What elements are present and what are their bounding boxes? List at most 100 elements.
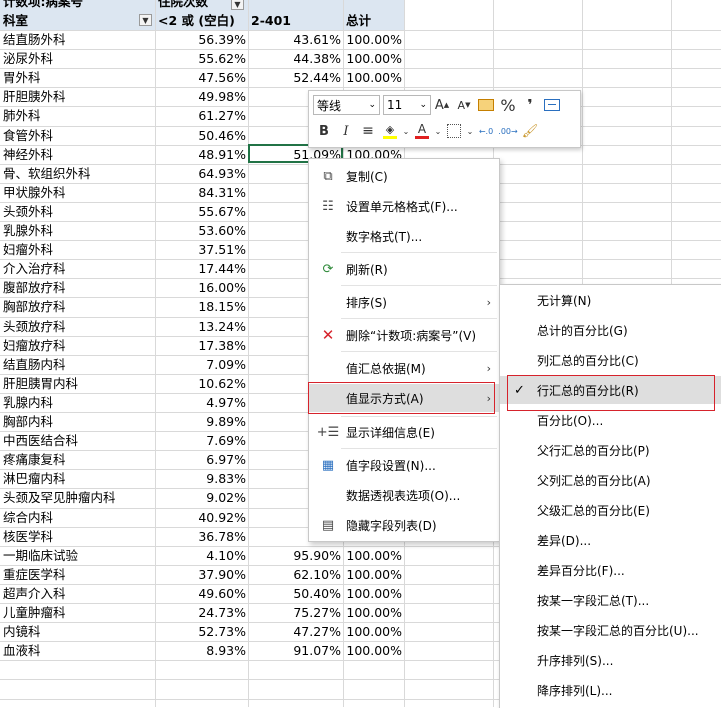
accounting-format-button[interactable] <box>475 94 497 116</box>
department-cell[interactable]: 内镜科 <box>3 622 153 641</box>
range-2-401-percent-cell[interactable]: 75.27% <box>248 603 341 622</box>
submenu-item-percent-of[interactable]: 百分比(O)... <box>500 406 721 434</box>
column-label-total[interactable]: 总计 <box>346 11 402 30</box>
lt2-percent-cell[interactable]: 37.90% <box>155 565 246 584</box>
font-size-box[interactable]: 11 ⌄ <box>383 95 431 115</box>
pivot-column-field-header[interactable]: 住院次数 <box>158 0 228 11</box>
lt2-percent-cell[interactable]: 16.00% <box>155 278 246 297</box>
chevron-down-icon[interactable]: ⌄ <box>465 120 475 142</box>
department-cell[interactable]: 妇瘤放疗科 <box>3 336 153 355</box>
lt2-percent-cell[interactable]: 6.97% <box>155 450 246 469</box>
menu-item-number-format[interactable]: 数字格式(T)... <box>309 222 499 250</box>
department-cell[interactable]: 胃外科 <box>3 68 153 87</box>
range-2-401-percent-cell[interactable]: 91.07% <box>248 641 341 660</box>
total-percent-cell[interactable]: 100.00% <box>343 622 402 641</box>
total-percent-cell[interactable]: 100.00% <box>343 546 402 565</box>
increase-font-size-button[interactable]: A ▲ <box>431 94 453 116</box>
department-cell[interactable]: 血液科 <box>3 641 153 660</box>
department-cell[interactable]: 中西医结合科 <box>3 431 153 450</box>
department-cell[interactable]: 超声介入科 <box>3 584 153 603</box>
department-cell[interactable]: 腹部放疗科 <box>3 278 153 297</box>
increase-decimal-button[interactable]: ←.0 <box>475 120 497 142</box>
lt2-percent-cell[interactable]: 10.62% <box>155 374 246 393</box>
submenu-item-percent-of-parent-row[interactable]: 父行汇总的百分比(P) <box>500 436 721 464</box>
submenu-item-percent-of-column-total[interactable]: 列汇总的百分比(C) <box>500 346 721 374</box>
menu-item-format-cells[interactable]: ☷ 设置单元格格式(F)... <box>309 192 499 220</box>
submenu-item-rank-ascending[interactable]: 升序排列(S)... <box>500 646 721 674</box>
department-cell[interactable]: 食管外科 <box>3 126 153 145</box>
lt2-percent-cell[interactable]: 7.09% <box>155 355 246 374</box>
submenu-item-percent-of-grand-total[interactable]: 总计的百分比(G) <box>500 316 721 344</box>
lt2-percent-cell[interactable]: 49.98% <box>155 87 246 106</box>
menu-item-copy[interactable]: ⧉ 复制(C) <box>309 162 499 190</box>
department-cell[interactable]: 综合内科 <box>3 508 153 527</box>
submenu-item-running-total[interactable]: 按某一字段汇总(T)... <box>500 586 721 614</box>
department-cell[interactable]: 泌尿外科 <box>3 49 153 68</box>
department-cell[interactable]: 一期临床试验 <box>3 546 153 565</box>
row-filter-dropdown-icon[interactable]: ▼ <box>139 14 152 26</box>
lt2-percent-cell[interactable]: 18.15% <box>155 297 246 316</box>
lt2-percent-cell[interactable]: 7.69% <box>155 431 246 450</box>
decrease-decimal-button[interactable]: .00→ <box>497 120 519 142</box>
column-filter-dropdown-icon[interactable]: ▼ <box>231 0 244 10</box>
department-cell[interactable]: 结直肠外科 <box>3 30 153 49</box>
lt2-percent-cell[interactable]: 17.38% <box>155 336 246 355</box>
lt2-percent-cell[interactable]: 4.97% <box>155 393 246 412</box>
department-cell[interactable]: 结直肠内科 <box>3 355 153 374</box>
department-cell[interactable]: 肝胆胰胃内科 <box>3 374 153 393</box>
total-percent-cell[interactable]: 100.00% <box>343 641 402 660</box>
department-cell[interactable]: 头颈放疗科 <box>3 317 153 336</box>
department-cell[interactable]: 肝胆胰外科 <box>3 87 153 106</box>
row-field-header[interactable]: 科室 <box>3 11 133 30</box>
submenu-item-no-calculation[interactable]: 无计算(N) <box>500 286 721 314</box>
column-label-lt2[interactable]: <2 或 (空白) <box>158 11 248 30</box>
lt2-percent-cell[interactable]: 55.62% <box>155 49 246 68</box>
total-percent-cell[interactable]: 100.00% <box>343 30 402 49</box>
pivot-value-field-header[interactable]: 计数项:病案号 <box>3 0 153 11</box>
lt2-percent-cell[interactable]: 61.27% <box>155 106 246 125</box>
borders-button[interactable] <box>443 120 465 142</box>
menu-item-summarize-by[interactable]: 值汇总依据(M) › <box>309 354 499 382</box>
lt2-percent-cell[interactable]: 9.83% <box>155 469 246 488</box>
comma-style-button[interactable]: ❜ <box>519 94 541 116</box>
bold-button[interactable]: B <box>313 120 335 142</box>
fill-color-button[interactable]: ◈ <box>379 120 401 142</box>
chevron-down-icon[interactable]: ⌄ <box>401 120 411 142</box>
total-percent-cell[interactable]: 100.00% <box>343 584 402 603</box>
lt2-percent-cell[interactable]: 9.02% <box>155 488 246 507</box>
department-cell[interactable]: 淋巴瘤内科 <box>3 469 153 488</box>
lt2-percent-cell[interactable]: 56.39% <box>155 30 246 49</box>
range-2-401-percent-cell[interactable]: 50.40% <box>248 584 341 603</box>
chevron-down-icon[interactable]: ⌄ <box>433 120 443 142</box>
department-cell[interactable]: 肺外科 <box>3 106 153 125</box>
lt2-percent-cell[interactable]: 13.24% <box>155 317 246 336</box>
lt2-percent-cell[interactable]: 17.44% <box>155 259 246 278</box>
lt2-percent-cell[interactable]: 64.93% <box>155 164 246 183</box>
submenu-item-difference-from[interactable]: 差异(D)... <box>500 526 721 554</box>
menu-item-refresh[interactable]: ⟳ 刷新(R) <box>309 255 499 283</box>
department-cell[interactable]: 核医学科 <box>3 527 153 546</box>
department-cell[interactable]: 头颈外科 <box>3 202 153 221</box>
submenu-item-percent-of-parent[interactable]: 父级汇总的百分比(E) <box>500 496 721 524</box>
department-cell[interactable]: 胸部内科 <box>3 412 153 431</box>
menu-item-sort[interactable]: 排序(S) › <box>309 288 499 316</box>
department-cell[interactable]: 重症医学科 <box>3 565 153 584</box>
submenu-item-rank-descending[interactable]: 降序排列(L)... <box>500 676 721 704</box>
lt2-percent-cell[interactable]: 9.89% <box>155 412 246 431</box>
lt2-percent-cell[interactable]: 8.93% <box>155 641 246 660</box>
range-2-401-percent-cell[interactable]: 52.44% <box>248 68 341 87</box>
decrease-font-size-button[interactable]: A ▼ <box>453 94 475 116</box>
align-center-button[interactable]: ≡ <box>357 120 379 142</box>
lt2-percent-cell[interactable]: 24.73% <box>155 603 246 622</box>
total-percent-cell[interactable]: 100.00% <box>343 68 402 87</box>
lt2-percent-cell[interactable]: 37.51% <box>155 240 246 259</box>
column-label-2-401[interactable]: 2-401 <box>251 11 341 30</box>
department-cell[interactable]: 介入治疗科 <box>3 259 153 278</box>
department-cell[interactable]: 疼痛康复科 <box>3 450 153 469</box>
range-2-401-percent-cell[interactable]: 95.90% <box>248 546 341 565</box>
total-percent-cell[interactable]: 100.00% <box>343 565 402 584</box>
lt2-percent-cell[interactable]: 49.60% <box>155 584 246 603</box>
lt2-percent-cell[interactable]: 84.31% <box>155 183 246 202</box>
lt2-percent-cell[interactable]: 55.67% <box>155 202 246 221</box>
lt2-percent-cell[interactable]: 53.60% <box>155 221 246 240</box>
